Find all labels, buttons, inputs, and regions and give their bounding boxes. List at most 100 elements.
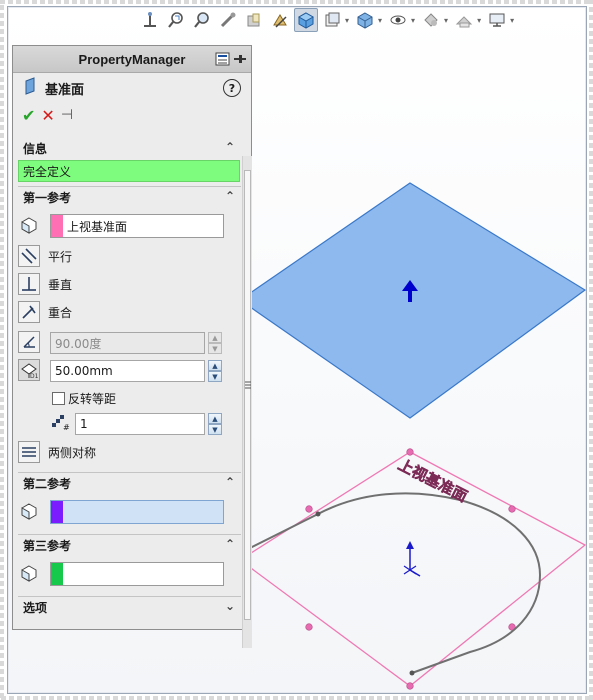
third-reference-section: 第三参考 ⌃ [18, 534, 241, 555]
svg-text:#: # [63, 423, 70, 432]
second-reference-row [18, 498, 40, 524]
mid-plane-label: 两侧对称 [48, 445, 97, 460]
first-reference-selection-box[interactable]: 上视基准面 [50, 214, 224, 238]
chevron-up-icon[interactable]: ⌃ [225, 537, 235, 551]
first-reference-title: 第一参考 [23, 190, 72, 205]
status-message: 完全定义 [18, 160, 240, 182]
third-reference-color-swatch [51, 563, 63, 585]
action-buttons: ✔ ✕ ⊣ [13, 103, 251, 127]
third-reference-row [18, 560, 40, 586]
keep-visible-button[interactable]: ⊣ [61, 107, 73, 123]
section-view-icon[interactable] [242, 8, 266, 32]
info-section: 信息 ⌃ [18, 138, 241, 158]
reference-entity-icon [18, 562, 40, 584]
dynamic-annotation-icon[interactable] [268, 8, 292, 32]
reference-entity-icon [18, 214, 40, 236]
sketch-profile [249, 492, 542, 674]
edit-appearance-icon[interactable] [419, 8, 443, 32]
heads-up-toolbar: ▾ ▾ ▾ ▾ ▾ ▾ [138, 8, 516, 32]
second-reference-selection-box[interactable] [50, 500, 224, 524]
panel-scrollbar[interactable] [242, 156, 252, 648]
info-section-header[interactable]: 信息 ⌃ [18, 138, 241, 158]
first-reference-row [18, 212, 40, 238]
first-reference-value: 上视基准面 [67, 219, 128, 234]
feature-header: 基准面 ? [13, 73, 251, 103]
parallel-row[interactable]: 平行 [18, 243, 72, 269]
property-manager-title: PropertyManager [78, 51, 186, 67]
coincident-row[interactable]: 重合 [18, 299, 72, 325]
scrollbar-thumb[interactable] [244, 170, 251, 620]
second-reference-section: 第二参考 ⌃ [18, 472, 241, 493]
info-section-title: 信息 [23, 141, 48, 156]
plane-name-label: 上视基准面 [395, 456, 470, 506]
apply-scene-icon[interactable] [452, 8, 476, 32]
chevron-up-icon[interactable]: ⌃ [225, 475, 235, 489]
help-icon[interactable]: ? [223, 79, 241, 97]
scrollbar-grip [245, 381, 251, 389]
hide-show-items-icon[interactable] [386, 8, 410, 32]
second-reference-header[interactable]: 第二参考 ⌃ [18, 473, 241, 493]
flip-offset-label: 反转等距 [68, 392, 117, 406]
chevron-down-icon[interactable]: ▾ [444, 16, 448, 25]
number-of-planes-input[interactable]: 1 [75, 413, 205, 435]
view-orientation-icon[interactable] [138, 8, 162, 32]
parallel-icon[interactable] [18, 245, 40, 267]
property-manager-header: PropertyManager [13, 46, 251, 73]
number-of-planes-spinner[interactable]: ▲ ▼ [208, 413, 222, 435]
chevron-down-icon[interactable]: ▾ [378, 16, 382, 25]
feature-name: 基准面 [45, 82, 85, 98]
zoom-area-icon[interactable] [190, 8, 214, 32]
perpendicular-icon[interactable] [18, 273, 40, 295]
configuration-icon[interactable] [215, 51, 231, 70]
chevron-up-icon[interactable]: ⌃ [225, 189, 235, 203]
flip-offset-checkbox[interactable] [52, 392, 65, 405]
new-plane-preview [238, 182, 587, 419]
chevron-down-icon[interactable]: ⌄ [225, 599, 235, 613]
angle-icon[interactable] [18, 331, 40, 353]
offset-distance-spinner[interactable]: ▲ ▼ [208, 360, 222, 382]
view-orientation-dropdown-icon[interactable] [320, 8, 344, 32]
angle-row [18, 329, 40, 355]
chevron-down-icon[interactable]: ▾ [477, 16, 481, 25]
coincident-icon[interactable] [18, 301, 40, 323]
second-reference-title: 第二参考 [23, 476, 72, 491]
third-reference-header[interactable]: 第三参考 ⌃ [18, 535, 241, 555]
first-reference-color-swatch [51, 215, 63, 237]
options-header[interactable]: 选项 ⌄ [18, 597, 241, 617]
origin-triad [403, 541, 421, 577]
chevron-up-icon[interactable]: ⌃ [225, 140, 235, 154]
second-reference-color-swatch [51, 501, 63, 523]
plane-feature-icon [23, 77, 37, 99]
third-reference-selection-box[interactable] [50, 562, 224, 586]
perpendicular-label: 垂直 [48, 277, 73, 292]
mid-plane-icon[interactable] [18, 441, 40, 463]
chevron-down-icon[interactable]: ▾ [411, 16, 415, 25]
offset-distance-icon[interactable]: D1 [18, 359, 40, 381]
first-reference-header[interactable]: 第一参考 ⌃ [18, 187, 241, 207]
previous-view-icon[interactable] [216, 8, 240, 32]
chevron-down-icon[interactable]: ▾ [345, 16, 349, 25]
view-selector-icon[interactable] [294, 8, 318, 32]
angle-spinner[interactable]: ▲ ▼ [208, 332, 222, 354]
third-reference-title: 第三参考 [23, 538, 72, 553]
offset-row: D1 [18, 357, 40, 383]
reference-entity-icon [18, 500, 40, 522]
mid-plane-row[interactable]: 两侧对称 [18, 439, 96, 465]
instances-icon: # [51, 414, 71, 435]
zoom-to-fit-icon[interactable] [164, 8, 188, 32]
property-manager-panel: PropertyManager 基准面 ? ✔ ✕ ⊣ 信息 ⌃ 完全定义 第一… [12, 45, 252, 648]
pin-icon[interactable] [233, 51, 247, 70]
ok-button[interactable]: ✔ [22, 106, 35, 125]
first-reference-section: 第一参考 ⌃ [18, 186, 241, 207]
options-title: 选项 [23, 600, 48, 615]
angle-input[interactable]: 90.00度 [50, 332, 205, 354]
chevron-down-icon[interactable]: ▾ [510, 16, 514, 25]
cancel-button[interactable]: ✕ [41, 106, 54, 125]
parallel-label: 平行 [48, 249, 73, 264]
view-settings-icon[interactable] [485, 8, 509, 32]
display-style-icon[interactable] [353, 8, 377, 32]
perpendicular-row[interactable]: 垂直 [18, 271, 72, 297]
coincident-label: 重合 [48, 305, 73, 320]
options-section: 选项 ⌄ [18, 596, 241, 617]
offset-distance-input[interactable]: 50.00mm [50, 360, 205, 382]
